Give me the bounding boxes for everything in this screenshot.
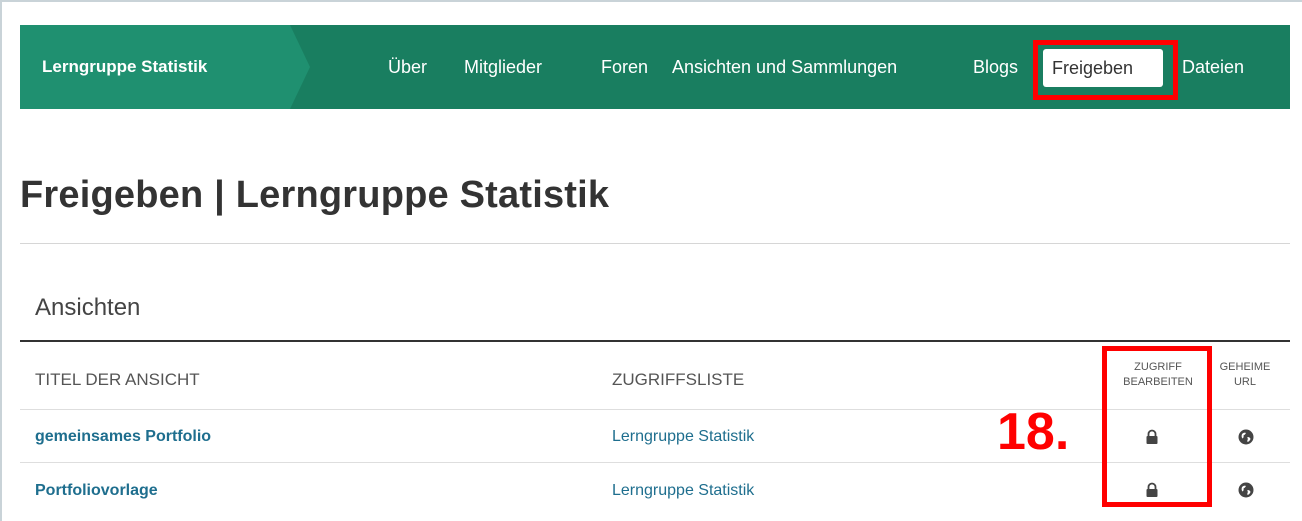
group-navbar: Lerngruppe Statistik Über Mitglieder For… <box>20 25 1290 109</box>
section-title: Ansichten <box>35 294 141 321</box>
page-frame: Lerngruppe Statistik Über Mitglieder For… <box>0 0 1302 521</box>
annotation-label: 18. <box>997 403 1070 461</box>
nav-item-foren[interactable]: Foren <box>601 25 648 109</box>
column-header-title: TITEL DER ANSICHT <box>35 370 200 389</box>
column-header-access-list: ZUGRIFFSLISTE <box>612 370 745 389</box>
view-title-link[interactable]: gemeinsames Portfolio <box>35 428 211 446</box>
globe-icon[interactable] <box>1238 429 1254 445</box>
column-header-secret-url-line2: URL <box>1233 376 1256 388</box>
header-row-divider <box>20 409 1290 410</box>
view-title-link[interactable]: Portfoliovorlage <box>35 482 158 500</box>
nav-item-mitglieder[interactable]: Mitglieder <box>464 25 542 109</box>
group-name-link[interactable]: Lerngruppe Statistik <box>42 25 207 109</box>
nav-item-ansichten-und-sammlungen[interactable]: Ansichten und Sammlungen <box>672 25 897 109</box>
column-header-edit-access-line1: ZUGRIFF <box>1134 361 1182 373</box>
access-list-link[interactable]: Lerngruppe Statistik <box>612 428 754 446</box>
nav-item-dateien[interactable]: Dateien <box>1182 25 1244 109</box>
nav-item-freigeben[interactable]: Freigeben <box>1043 49 1163 87</box>
column-header-edit-access: ZUGRIFF BEARBEITEN <box>1112 360 1204 390</box>
page-title: Freigeben | Lerngruppe Statistik <box>20 174 610 216</box>
globe-icon[interactable] <box>1238 482 1254 498</box>
nav-item-ueber[interactable]: Über <box>388 25 427 109</box>
brand-arrow <box>290 25 310 109</box>
column-header-secret-url-line1: GEHEIME <box>1219 361 1271 373</box>
row-divider <box>20 462 1290 463</box>
section-divider <box>20 340 1290 342</box>
lock-icon[interactable] <box>1144 429 1160 445</box>
access-list-link[interactable]: Lerngruppe Statistik <box>612 482 754 500</box>
nav-item-blogs[interactable]: Blogs <box>973 25 1018 109</box>
column-header-edit-access-line2: BEARBEITEN <box>1123 376 1193 388</box>
lock-icon[interactable] <box>1144 482 1160 498</box>
column-header-secret-url: GEHEIME URL <box>1210 360 1280 390</box>
title-divider <box>20 243 1290 244</box>
